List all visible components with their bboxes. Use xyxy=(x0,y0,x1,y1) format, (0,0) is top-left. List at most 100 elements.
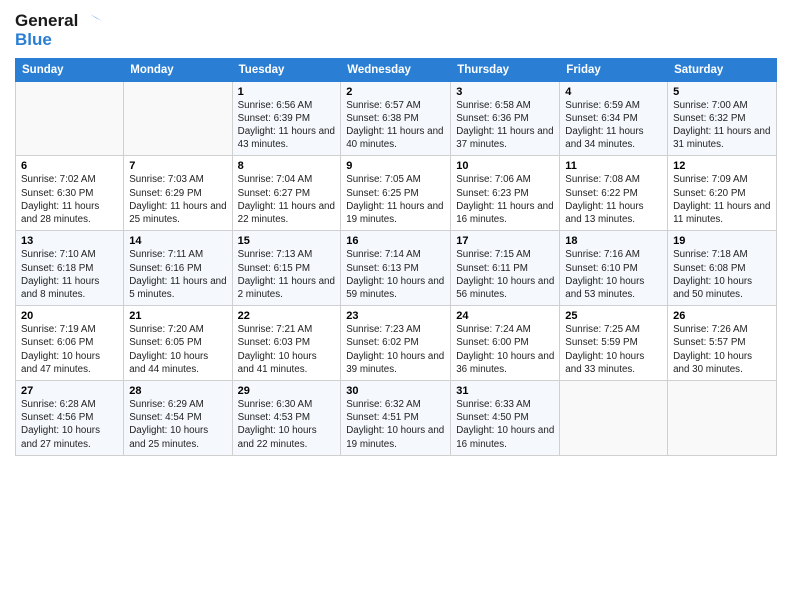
day-detail: Sunrise: 7:20 AMSunset: 6:05 PMDaylight:… xyxy=(129,323,226,376)
calendar-day-cell: 22Sunrise: 7:21 AMSunset: 6:03 PMDayligh… xyxy=(232,306,341,381)
calendar-day-cell: 1Sunrise: 6:56 AMSunset: 6:39 PMDaylight… xyxy=(232,81,341,156)
day-of-week-header: Monday xyxy=(124,58,232,81)
day-detail: Sunrise: 6:58 AMSunset: 6:36 PMDaylight:… xyxy=(456,99,554,152)
day-number: 7 xyxy=(129,160,226,172)
header: General Blue xyxy=(15,10,777,50)
day-number: 15 xyxy=(238,235,336,247)
day-detail: Sunrise: 6:33 AMSunset: 4:50 PMDaylight:… xyxy=(456,398,554,451)
logo: General Blue xyxy=(15,10,102,50)
day-number: 25 xyxy=(565,310,662,322)
day-detail: Sunrise: 7:15 AMSunset: 6:11 PMDaylight:… xyxy=(456,248,554,301)
calendar-day-cell: 19Sunrise: 7:18 AMSunset: 6:08 PMDayligh… xyxy=(668,231,777,306)
day-number: 12 xyxy=(673,160,771,172)
day-detail: Sunrise: 6:30 AMSunset: 4:53 PMDaylight:… xyxy=(238,398,336,451)
day-number: 22 xyxy=(238,310,336,322)
logo-text-block: General Blue xyxy=(15,10,102,50)
calendar-day-cell: 23Sunrise: 7:23 AMSunset: 6:02 PMDayligh… xyxy=(341,306,451,381)
day-number: 1 xyxy=(238,86,336,98)
day-detail: Sunrise: 6:56 AMSunset: 6:39 PMDaylight:… xyxy=(238,99,336,152)
day-number: 9 xyxy=(346,160,445,172)
day-number: 3 xyxy=(456,86,554,98)
day-detail: Sunrise: 7:13 AMSunset: 6:15 PMDaylight:… xyxy=(238,248,336,301)
day-detail: Sunrise: 6:59 AMSunset: 6:34 PMDaylight:… xyxy=(565,99,662,152)
day-number: 4 xyxy=(565,86,662,98)
logo-blue: Blue xyxy=(15,30,102,50)
day-number: 23 xyxy=(346,310,445,322)
calendar-day-cell: 26Sunrise: 7:26 AMSunset: 5:57 PMDayligh… xyxy=(668,306,777,381)
calendar-week-row: 13Sunrise: 7:10 AMSunset: 6:18 PMDayligh… xyxy=(16,231,777,306)
day-number: 2 xyxy=(346,86,445,98)
day-number: 6 xyxy=(21,160,118,172)
calendar-table: SundayMondayTuesdayWednesdayThursdayFrid… xyxy=(15,58,777,456)
calendar-day-cell xyxy=(560,381,668,456)
calendar-day-cell: 2Sunrise: 6:57 AMSunset: 6:38 PMDaylight… xyxy=(341,81,451,156)
calendar-day-cell: 5Sunrise: 7:00 AMSunset: 6:32 PMDaylight… xyxy=(668,81,777,156)
day-detail: Sunrise: 7:19 AMSunset: 6:06 PMDaylight:… xyxy=(21,323,118,376)
calendar-day-cell xyxy=(124,81,232,156)
calendar-day-cell: 17Sunrise: 7:15 AMSunset: 6:11 PMDayligh… xyxy=(451,231,560,306)
day-detail: Sunrise: 6:28 AMSunset: 4:56 PMDaylight:… xyxy=(21,398,118,451)
calendar-week-row: 6Sunrise: 7:02 AMSunset: 6:30 PMDaylight… xyxy=(16,156,777,231)
calendar-day-cell: 7Sunrise: 7:03 AMSunset: 6:29 PMDaylight… xyxy=(124,156,232,231)
logo-general: General xyxy=(15,11,78,31)
day-detail: Sunrise: 7:18 AMSunset: 6:08 PMDaylight:… xyxy=(673,248,771,301)
calendar-week-row: 27Sunrise: 6:28 AMSunset: 4:56 PMDayligh… xyxy=(16,381,777,456)
day-detail: Sunrise: 7:04 AMSunset: 6:27 PMDaylight:… xyxy=(238,173,336,226)
calendar-day-cell: 4Sunrise: 6:59 AMSunset: 6:34 PMDaylight… xyxy=(560,81,668,156)
calendar-day-cell: 10Sunrise: 7:06 AMSunset: 6:23 PMDayligh… xyxy=(451,156,560,231)
calendar-day-cell: 27Sunrise: 6:28 AMSunset: 4:56 PMDayligh… xyxy=(16,381,124,456)
day-of-week-header: Friday xyxy=(560,58,668,81)
calendar-day-cell: 9Sunrise: 7:05 AMSunset: 6:25 PMDaylight… xyxy=(341,156,451,231)
day-number: 14 xyxy=(129,235,226,247)
calendar-day-cell: 15Sunrise: 7:13 AMSunset: 6:15 PMDayligh… xyxy=(232,231,341,306)
calendar-day-cell: 16Sunrise: 7:14 AMSunset: 6:13 PMDayligh… xyxy=(341,231,451,306)
day-number: 29 xyxy=(238,385,336,397)
day-number: 21 xyxy=(129,310,226,322)
header-row: SundayMondayTuesdayWednesdayThursdayFrid… xyxy=(16,58,777,81)
day-number: 20 xyxy=(21,310,118,322)
logo-bird-icon xyxy=(80,10,102,32)
day-number: 30 xyxy=(346,385,445,397)
calendar-day-cell: 20Sunrise: 7:19 AMSunset: 6:06 PMDayligh… xyxy=(16,306,124,381)
day-detail: Sunrise: 7:14 AMSunset: 6:13 PMDaylight:… xyxy=(346,248,445,301)
calendar-day-cell: 29Sunrise: 6:30 AMSunset: 4:53 PMDayligh… xyxy=(232,381,341,456)
day-number: 5 xyxy=(673,86,771,98)
day-detail: Sunrise: 7:23 AMSunset: 6:02 PMDaylight:… xyxy=(346,323,445,376)
calendar-day-cell: 6Sunrise: 7:02 AMSunset: 6:30 PMDaylight… xyxy=(16,156,124,231)
day-number: 18 xyxy=(565,235,662,247)
calendar-week-row: 20Sunrise: 7:19 AMSunset: 6:06 PMDayligh… xyxy=(16,306,777,381)
day-number: 28 xyxy=(129,385,226,397)
calendar-day-cell: 13Sunrise: 7:10 AMSunset: 6:18 PMDayligh… xyxy=(16,231,124,306)
calendar-day-cell: 18Sunrise: 7:16 AMSunset: 6:10 PMDayligh… xyxy=(560,231,668,306)
day-detail: Sunrise: 6:57 AMSunset: 6:38 PMDaylight:… xyxy=(346,99,445,152)
calendar-day-cell xyxy=(668,381,777,456)
day-detail: Sunrise: 7:00 AMSunset: 6:32 PMDaylight:… xyxy=(673,99,771,152)
day-detail: Sunrise: 7:06 AMSunset: 6:23 PMDaylight:… xyxy=(456,173,554,226)
day-detail: Sunrise: 7:11 AMSunset: 6:16 PMDaylight:… xyxy=(129,248,226,301)
day-number: 13 xyxy=(21,235,118,247)
day-detail: Sunrise: 7:05 AMSunset: 6:25 PMDaylight:… xyxy=(346,173,445,226)
calendar-day-cell: 30Sunrise: 6:32 AMSunset: 4:51 PMDayligh… xyxy=(341,381,451,456)
calendar-day-cell: 28Sunrise: 6:29 AMSunset: 4:54 PMDayligh… xyxy=(124,381,232,456)
day-detail: Sunrise: 7:24 AMSunset: 6:00 PMDaylight:… xyxy=(456,323,554,376)
day-detail: Sunrise: 6:32 AMSunset: 4:51 PMDaylight:… xyxy=(346,398,445,451)
calendar-day-cell: 14Sunrise: 7:11 AMSunset: 6:16 PMDayligh… xyxy=(124,231,232,306)
calendar-day-cell: 11Sunrise: 7:08 AMSunset: 6:22 PMDayligh… xyxy=(560,156,668,231)
day-number: 16 xyxy=(346,235,445,247)
day-detail: Sunrise: 7:16 AMSunset: 6:10 PMDaylight:… xyxy=(565,248,662,301)
day-detail: Sunrise: 7:26 AMSunset: 5:57 PMDaylight:… xyxy=(673,323,771,376)
calendar-day-cell xyxy=(16,81,124,156)
calendar-day-cell: 24Sunrise: 7:24 AMSunset: 6:00 PMDayligh… xyxy=(451,306,560,381)
day-detail: Sunrise: 7:09 AMSunset: 6:20 PMDaylight:… xyxy=(673,173,771,226)
day-detail: Sunrise: 7:02 AMSunset: 6:30 PMDaylight:… xyxy=(21,173,118,226)
calendar-week-row: 1Sunrise: 6:56 AMSunset: 6:39 PMDaylight… xyxy=(16,81,777,156)
day-number: 26 xyxy=(673,310,771,322)
day-detail: Sunrise: 7:21 AMSunset: 6:03 PMDaylight:… xyxy=(238,323,336,376)
day-of-week-header: Wednesday xyxy=(341,58,451,81)
calendar-day-cell: 25Sunrise: 7:25 AMSunset: 5:59 PMDayligh… xyxy=(560,306,668,381)
day-of-week-header: Thursday xyxy=(451,58,560,81)
day-detail: Sunrise: 7:03 AMSunset: 6:29 PMDaylight:… xyxy=(129,173,226,226)
calendar-day-cell: 21Sunrise: 7:20 AMSunset: 6:05 PMDayligh… xyxy=(124,306,232,381)
day-of-week-header: Sunday xyxy=(16,58,124,81)
day-number: 8 xyxy=(238,160,336,172)
